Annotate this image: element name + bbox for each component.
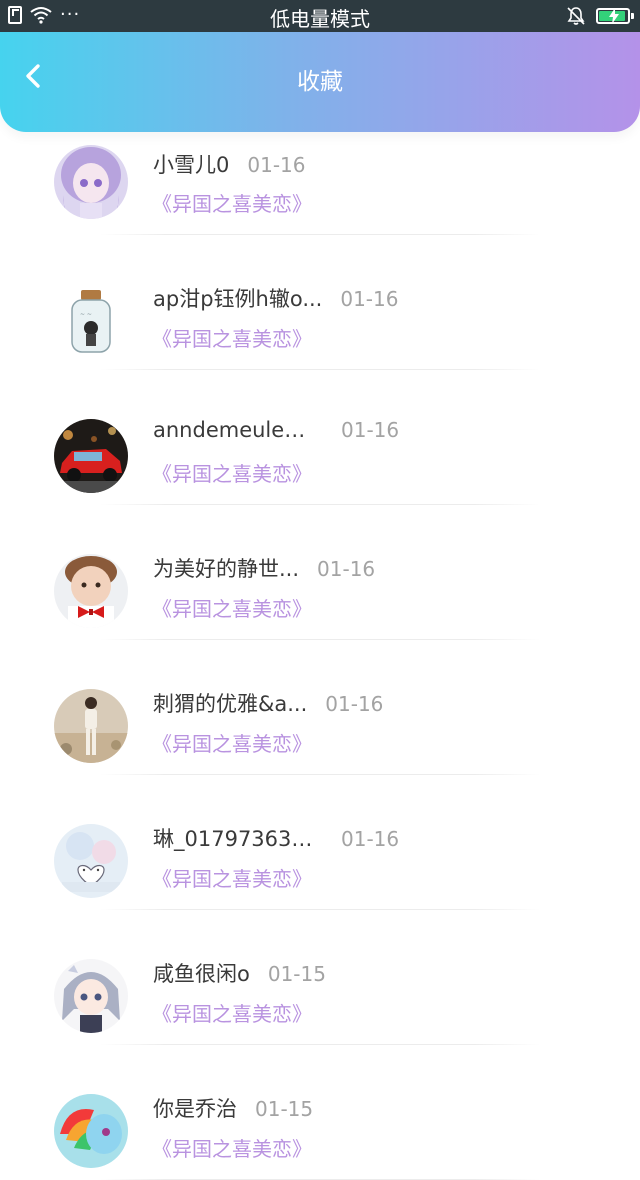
rainbow-pony-avatar xyxy=(54,1094,128,1168)
user-name: 咸鱼很闲o xyxy=(153,962,250,986)
list-item[interactable]: 咸鱼很闲o 01-15 《异国之喜美恋》 xyxy=(0,910,640,1045)
user-name: ap泔p钰例h辙o... xyxy=(153,287,323,311)
list-item[interactable]: 琳_017973635... 01-16 《异国之喜美恋》 xyxy=(0,775,640,910)
item-date: 01-16 xyxy=(325,692,384,716)
list-item[interactable]: ~ ~ ap泔p钰例h辙o... 01-16 《异国之喜美恋》 xyxy=(0,235,640,370)
user-name: 琳_017973635... xyxy=(153,827,323,851)
item-date: 01-15 xyxy=(267,962,326,986)
item-header: ap泔p钰例h辙o... 01-16 xyxy=(153,283,398,313)
anime-girl-purple-hair-avatar xyxy=(54,145,128,219)
anime-girl-gray-hair-avatar xyxy=(54,959,128,1033)
book-title[interactable]: 《异国之喜美恋》 xyxy=(152,593,312,622)
book-title[interactable]: 《异国之喜美恋》 xyxy=(152,998,312,1027)
person-desert-avatar xyxy=(54,689,128,763)
book-title[interactable]: 《异国之喜美恋》 xyxy=(152,323,312,352)
pastel-heart-avatar xyxy=(54,824,128,898)
list-item[interactable]: 刺猬的优雅&a... 01-16 《异国之喜美恋》 xyxy=(0,640,640,775)
item-date: 01-16 xyxy=(341,418,400,442)
book-title[interactable]: 《异国之喜美恋》 xyxy=(152,458,312,487)
page-header: 收藏 xyxy=(0,32,640,132)
item-header: 小雪儿0 01-16 xyxy=(153,149,306,179)
jar-doll-avatar: ~ ~ xyxy=(54,284,128,358)
book-title[interactable]: 《异国之喜美恋》 xyxy=(152,728,312,757)
child-bowtie-avatar xyxy=(54,554,128,628)
book-title[interactable]: 《异国之喜美恋》 xyxy=(152,1133,312,1162)
item-date: 01-16 xyxy=(317,557,376,581)
item-date: 01-16 xyxy=(341,827,400,851)
battery-icon xyxy=(596,8,634,24)
svg-text:~ ~: ~ ~ xyxy=(80,311,92,318)
bell-muted-icon xyxy=(567,7,585,25)
page-title: 收藏 xyxy=(297,69,343,95)
item-header: 为美好的静世... 01-16 xyxy=(153,553,375,583)
item-date: 01-16 xyxy=(340,287,399,311)
item-header: 咸鱼很闲o 01-15 xyxy=(153,958,326,988)
favorites-list: 小雪儿0 01-16 《异国之喜美恋》 ~ ~ ap泔p钰例h辙o... 01-… xyxy=(0,100,640,1180)
status-bar-right xyxy=(566,6,634,26)
status-bar: ··· 低电量模式 xyxy=(0,0,640,32)
user-name: anndemeuleme... xyxy=(153,418,323,442)
list-item[interactable]: 为美好的静世... 01-16 《异国之喜美恋》 xyxy=(0,505,640,640)
item-header: anndemeuleme... 01-16 xyxy=(153,418,399,442)
user-name: 刺猬的优雅&a... xyxy=(153,692,308,716)
item-header: 琳_017973635... 01-16 xyxy=(153,823,399,853)
item-date: 01-15 xyxy=(255,1097,314,1121)
user-name: 小雪儿0 xyxy=(153,153,230,177)
item-header: 刺猬的优雅&a... 01-16 xyxy=(153,688,383,718)
user-name: 为美好的静世... xyxy=(153,557,300,581)
red-car-avatar xyxy=(54,419,128,493)
book-title[interactable]: 《异国之喜美恋》 xyxy=(152,863,312,892)
list-item[interactable]: anndemeuleme... 01-16 《异国之喜美恋》 xyxy=(0,370,640,505)
book-title[interactable]: 《异国之喜美恋》 xyxy=(152,188,312,217)
low-power-mode-label: 低电量模式 xyxy=(270,7,370,31)
charging-bolt-icon xyxy=(609,8,619,24)
list-item[interactable]: 你是乔治 01-15 《异国之喜美恋》 xyxy=(0,1045,640,1180)
item-header: 你是乔治 01-15 xyxy=(153,1093,313,1123)
item-date: 01-16 xyxy=(247,153,306,177)
user-name: 你是乔治 xyxy=(153,1097,237,1121)
